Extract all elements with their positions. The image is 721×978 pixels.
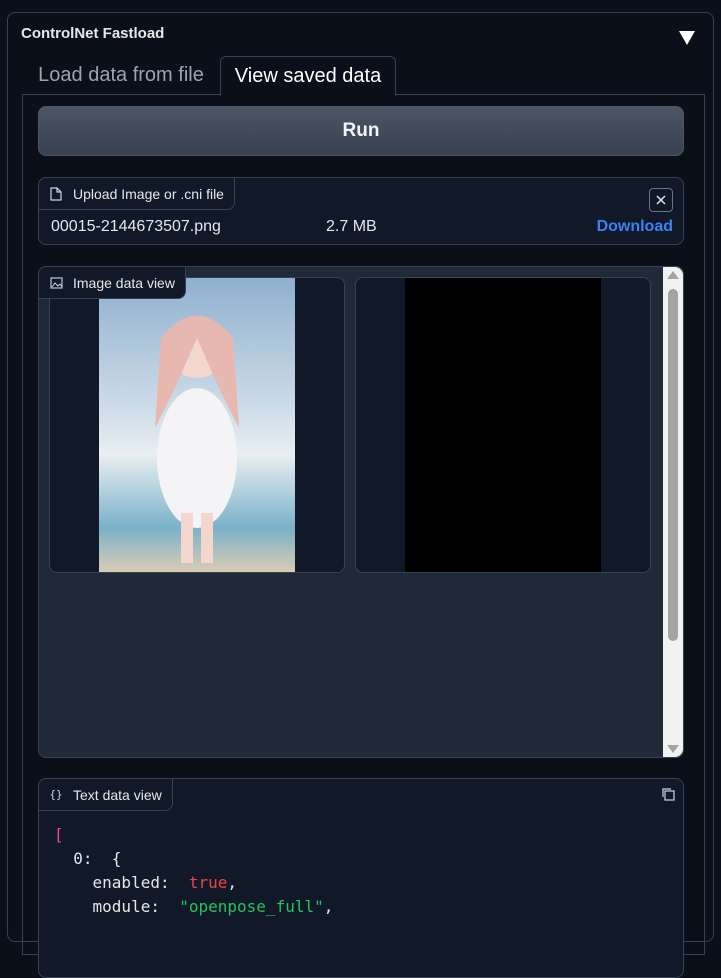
file-icon (49, 186, 63, 201)
text-view-label: {} Text data view (38, 778, 173, 811)
accordion-title[interactable]: ControlNet Fastload (21, 25, 164, 42)
json-open-brace: { (111, 849, 122, 868)
copy-button[interactable] (659, 785, 677, 803)
image-data-gallery: Image data view (38, 266, 684, 758)
gallery-label-text: Image data view (73, 274, 175, 291)
json-open-bracket: [ (54, 825, 64, 844)
image-icon (49, 276, 63, 290)
json-key-module: module: (92, 897, 160, 916)
text-data-view: {} Text data view [ 0: { enabled: true, … (38, 778, 684, 978)
scroll-up-arrow-icon[interactable] (667, 271, 679, 279)
tab-bar: Load data from file View saved data (22, 56, 705, 96)
tab-panel: Run Upload Image or .cni file 00015-2144… (22, 95, 705, 978)
text-view-label-text: Text data view (73, 786, 162, 803)
scroll-down-arrow-icon[interactable] (667, 745, 679, 753)
json-key-0: 0: (73, 849, 93, 868)
file-row: 00015-2144673507.png 2.7 MB Download (51, 218, 673, 238)
black-control-image (405, 278, 601, 572)
json-key-enabled: enabled: (92, 873, 170, 892)
close-icon (656, 195, 666, 205)
json-value-enabled: true (188, 873, 228, 892)
download-link[interactable]: Download (597, 218, 673, 236)
collapse-triangle-icon[interactable] (679, 31, 695, 45)
run-button[interactable]: Run (38, 106, 684, 156)
file-size: 2.7 MB (326, 218, 377, 235)
upload-label: Upload Image or .cni file (38, 177, 235, 210)
upload-label-text: Upload Image or .cni file (73, 185, 224, 202)
controlnet-fastload-accordion: ControlNet Fastload Load data from file … (7, 12, 714, 978)
scrollbar-thumb[interactable] (668, 289, 678, 641)
gallery-thumbnail[interactable] (355, 277, 651, 573)
file-name: 00015-2144673507.png (51, 218, 221, 235)
json-value-module: "openpose_full" (179, 897, 324, 916)
gallery-label: Image data view (38, 266, 186, 299)
upload-block: Upload Image or .cni file 00015-21446735… (38, 177, 684, 245)
clear-file-button[interactable] (649, 188, 673, 212)
anime-girl-image (99, 278, 295, 572)
tab-view-saved-data[interactable]: View saved data (220, 56, 396, 96)
json-code: [ 0: { enabled: true, module: "openpose_… (54, 825, 334, 916)
tab-load-data-from-file[interactable]: Load data from file (22, 56, 220, 95)
gallery-scrollbar[interactable] (663, 267, 683, 757)
gallery-thumbnail[interactable] (49, 277, 345, 573)
copy-icon (662, 788, 675, 801)
json-braces-icon: {} (49, 788, 63, 801)
